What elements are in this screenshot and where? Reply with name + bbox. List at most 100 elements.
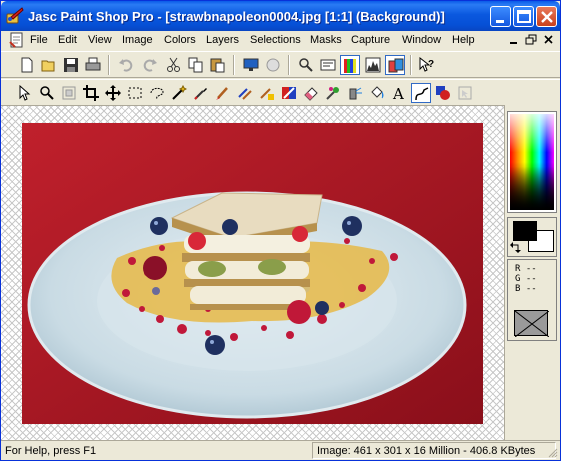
context-help-button[interactable]: ?: [417, 55, 437, 75]
app-window: Jasc Paint Shop Pro - [strawbnapoleon000…: [0, 0, 561, 461]
save-button[interactable]: [61, 55, 81, 75]
print-button[interactable]: [83, 55, 103, 75]
menu-image[interactable]: Image: [122, 34, 153, 46]
text-tool-button[interactable]: A: [389, 83, 409, 103]
no-color-swatch[interactable]: [514, 310, 550, 338]
close-button[interactable]: [536, 6, 557, 27]
eraser-icon: [304, 87, 318, 101]
menu-masks[interactable]: Masks: [310, 34, 342, 46]
freehand-tool-icon: [150, 87, 164, 100]
clone-brush-button[interactable]: [235, 83, 255, 103]
menu-selections[interactable]: Selections: [250, 34, 301, 46]
tools-toolbar: A: [1, 79, 560, 106]
picture-tube-button[interactable]: [323, 83, 343, 103]
fg-bg-swatches: [507, 217, 557, 257]
menu-edit[interactable]: Edit: [58, 34, 77, 46]
menu-capture[interactable]: Capture: [351, 34, 390, 46]
zoom-tool-icon: [40, 86, 54, 100]
menu-file[interactable]: File: [30, 34, 48, 46]
resize-grip-icon[interactable]: [547, 447, 558, 458]
workspace[interactable]: [1, 105, 504, 440]
preset-shapes-button[interactable]: [433, 83, 453, 103]
color-palette-icon: [344, 59, 356, 73]
layer-palette-button[interactable]: [385, 55, 405, 75]
doc-close-icon[interactable]: [541, 33, 557, 47]
mover-tool-button[interactable]: [103, 83, 123, 103]
picture-tube-icon: [326, 87, 339, 100]
doc-restore-icon[interactable]: [523, 33, 539, 47]
save-icon: [64, 58, 78, 72]
draw-tool-button[interactable]: [411, 83, 431, 103]
toolbar-separator: [410, 55, 412, 75]
document-icon[interactable]: [9, 32, 25, 49]
histogram-button[interactable]: [363, 55, 383, 75]
airbrush-button[interactable]: [345, 83, 365, 103]
arrow-tool-button[interactable]: [15, 83, 35, 103]
eraser-button[interactable]: [301, 83, 321, 103]
full-screen-preview-icon: [243, 58, 259, 71]
magic-wand-button[interactable]: [169, 83, 189, 103]
svg-text:A: A: [392, 85, 404, 101]
menu-view[interactable]: View: [88, 34, 112, 46]
color-readout: R -- G -- B --: [507, 259, 557, 341]
app-icon[interactable]: [6, 7, 24, 25]
freehand-tool-button[interactable]: [147, 83, 167, 103]
zoom-tool-button[interactable]: [37, 83, 57, 103]
redo-button[interactable]: [140, 55, 160, 75]
layer-palette-icon: [388, 58, 404, 73]
swap-colors-icon[interactable]: [510, 242, 522, 254]
cut-button[interactable]: [164, 55, 184, 75]
deformation-tool-button[interactable]: [59, 83, 79, 103]
browse-icon: [266, 58, 280, 72]
toolbar-separator: [108, 55, 110, 75]
tool-options-button[interactable]: [318, 55, 338, 75]
new-button[interactable]: [17, 55, 37, 75]
menu-layers[interactable]: Layers: [206, 34, 239, 46]
copy-button[interactable]: [186, 55, 206, 75]
foreground-color-swatch[interactable]: [513, 221, 537, 241]
menu-colors[interactable]: Colors: [164, 34, 196, 46]
preset-shapes-icon: [436, 86, 450, 100]
crop-tool-button[interactable]: [81, 83, 101, 103]
doc-minimize-icon[interactable]: [506, 33, 522, 47]
overview-button[interactable]: [296, 55, 316, 75]
selection-tool-button[interactable]: [125, 83, 145, 103]
title-bar[interactable]: Jasc Paint Shop Pro - [strawbnapoleon000…: [1, 1, 560, 31]
menu-help[interactable]: Help: [452, 34, 475, 46]
airbrush-icon: [349, 87, 362, 100]
mover-tool-icon: [105, 85, 121, 101]
paintbrush-button[interactable]: [213, 83, 233, 103]
paste-button[interactable]: [208, 55, 228, 75]
svg-text:?: ?: [428, 59, 434, 70]
minimize-button[interactable]: [490, 6, 511, 27]
color-replacer-button[interactable]: [257, 83, 277, 103]
object-selector-button[interactable]: [455, 83, 475, 103]
context-help-icon: ?: [419, 57, 434, 72]
undo-icon: [119, 59, 133, 72]
rgb-red-readout: R --: [515, 264, 537, 274]
open-button[interactable]: [39, 55, 59, 75]
browse-button[interactable]: [263, 55, 283, 75]
retouch-button[interactable]: [279, 83, 299, 103]
arrow-tool-icon: [19, 85, 31, 101]
image-canvas[interactable]: [22, 123, 483, 424]
maximize-icon: [517, 10, 531, 23]
print-icon: [85, 57, 101, 71]
rgb-blue-readout: B --: [515, 284, 537, 294]
clone-brush-icon: [238, 88, 252, 100]
color-palette-button[interactable]: [340, 55, 360, 75]
help-hint: For Help, press F1: [5, 445, 97, 457]
image-info-panel: Image: 461 x 301 x 16 Million - 406.8 KB…: [312, 442, 556, 459]
full-screen-preview-button[interactable]: [241, 55, 261, 75]
dropper-button[interactable]: [191, 83, 211, 103]
close-icon: [541, 11, 553, 23]
dessert-photo: [22, 123, 483, 424]
maximize-button[interactable]: [513, 6, 534, 27]
new-icon: [21, 57, 33, 73]
image-info: Image: 461 x 301 x 16 Million - 406.8 KB…: [317, 445, 536, 457]
flood-fill-button[interactable]: [367, 83, 387, 103]
menu-window[interactable]: Window: [402, 34, 441, 46]
tool-options-icon: [320, 59, 336, 71]
undo-button[interactable]: [116, 55, 136, 75]
magic-wand-icon: [172, 85, 187, 100]
